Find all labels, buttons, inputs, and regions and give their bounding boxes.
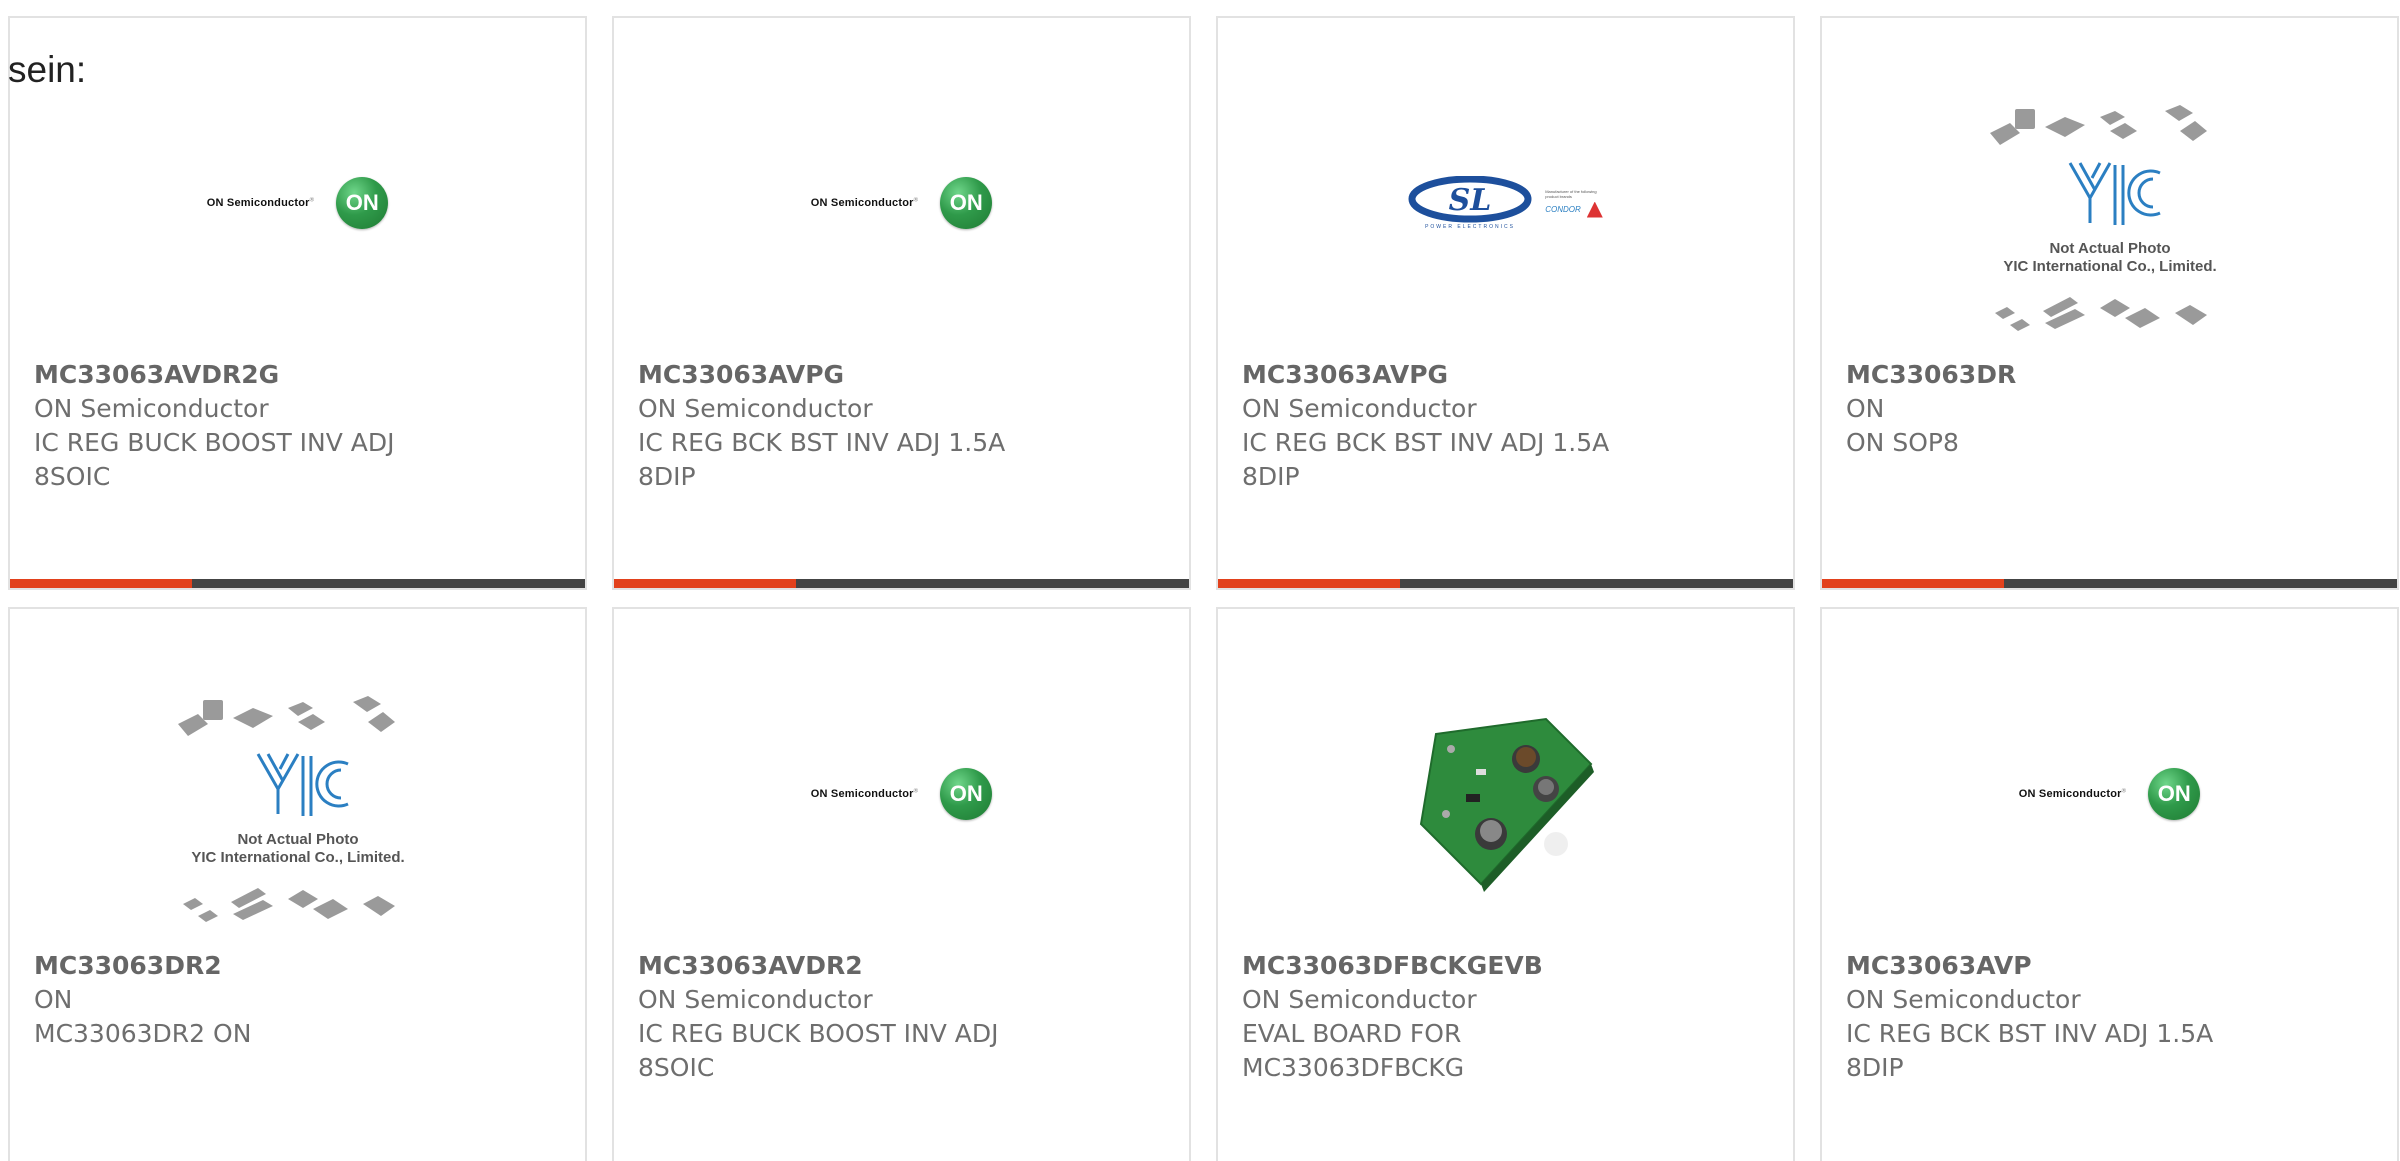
- product-image: [1218, 649, 1793, 939]
- manufacturer: ON: [1846, 394, 1885, 423]
- product-grid: ON Semiconductor® ON MC33063AVDR2G ON Se…: [8, 16, 2399, 1161]
- product-info: MC33063AVPG ON Semiconductor IC REG BCK …: [638, 358, 1169, 494]
- yic-placeholder-image: Not Actual Photo YIC International Co., …: [1989, 105, 2216, 331]
- product-image: Not Actual Photo YIC International Co., …: [1822, 78, 2397, 368]
- description-line-1: IC REG BCK BST INV ADJ 1.5A: [638, 428, 1006, 457]
- product-info: MC33063DR ON ON SOP8: [1846, 358, 2377, 460]
- product-image: ON Semiconductor® ON: [10, 58, 585, 348]
- description-line-2: 8DIP: [1846, 1053, 1904, 1082]
- on-logo-disc: ON: [940, 768, 993, 820]
- product-info: MC33063DFBCKGEVB ON Semiconductor EVAL B…: [1242, 949, 1773, 1085]
- logo-brand-text: ON Semiconductor®: [810, 197, 919, 209]
- part-number[interactable]: MC33063AVPG: [638, 358, 1169, 392]
- product-card[interactable]: Not Actual Photo YIC International Co., …: [8, 607, 587, 1161]
- description-line-1: MC33063DR2 ON: [34, 1019, 252, 1048]
- on-semiconductor-logo: ON Semiconductor® ON: [206, 177, 389, 229]
- part-number[interactable]: MC33063DR2: [34, 949, 565, 983]
- part-number[interactable]: MC33063DR: [1846, 358, 2377, 392]
- on-semiconductor-logo: ON Semiconductor® ON: [2018, 768, 2201, 820]
- card-bottom-bar: [1822, 579, 2397, 588]
- part-number[interactable]: MC33063AVPG: [1242, 358, 1773, 392]
- part-number[interactable]: MC33063AVP: [1846, 949, 2377, 983]
- part-number[interactable]: MC33063AVDR2: [638, 949, 1169, 983]
- svg-text:Not Actual Photo: Not Actual Photo: [2049, 240, 2170, 257]
- accent-bar: [1218, 579, 1400, 588]
- manufacturer: ON Semiconductor: [1242, 985, 1477, 1014]
- sl-side-text: Manufacturer of the following product br…: [1545, 188, 1597, 199]
- product-card[interactable]: MC33063DFBCKGEVB ON Semiconductor EVAL B…: [1216, 607, 1795, 1161]
- description-line-2: 8SOIC: [638, 1053, 715, 1082]
- card-bottom-bar: [1218, 579, 1793, 588]
- manufacturer: ON Semiconductor: [34, 394, 269, 423]
- manufacturer: ON Semiconductor: [1846, 985, 2081, 1014]
- accent-bar: [614, 579, 796, 588]
- part-number[interactable]: MC33063AVDR2G: [34, 358, 565, 392]
- description-line-2: 8SOIC: [34, 462, 111, 491]
- card-bottom-bar: [614, 579, 1189, 588]
- description-line-2: MC33063DFBCKG: [1242, 1053, 1465, 1082]
- product-info: MC33063AVPG ON Semiconductor IC REG BCK …: [1242, 358, 1773, 494]
- product-image: ON Semiconductor® ON: [614, 649, 1189, 939]
- on-semiconductor-logo: ON Semiconductor® ON: [810, 768, 993, 820]
- product-card[interactable]: ON Semiconductor® ON MC33063AVP ON Semic…: [1820, 607, 2399, 1161]
- accent-bar: [10, 579, 192, 588]
- on-logo-disc: ON: [2148, 768, 2201, 820]
- accent-bar: [1822, 579, 2004, 588]
- description-line-2: 8DIP: [638, 462, 696, 491]
- svg-text:POWER ELECTRONICS: POWER ELECTRONICS: [1425, 224, 1515, 230]
- leading-text: sein:: [8, 49, 87, 90]
- product-info: MC33063AVDR2 ON Semiconductor IC REG BUC…: [638, 949, 1169, 1085]
- eval-board-photo: [1419, 717, 1594, 892]
- description-line-1: ON SOP8: [1846, 428, 1959, 457]
- logo-brand-text: ON Semiconductor®: [206, 197, 315, 209]
- product-info: MC33063AVDR2G ON Semiconductor IC REG BU…: [34, 358, 565, 494]
- condor-text: CONDOR: [1545, 205, 1581, 214]
- svg-text:YIC International Co., Limited: YIC International Co., Limited.: [191, 849, 404, 866]
- sl-power-electronics-logo: SL POWER ELECTRONICS Manufacturer of the…: [1408, 176, 1603, 230]
- product-card[interactable]: ON Semiconductor® ON MC33063AVDR2G ON Se…: [8, 16, 587, 590]
- description-line-1: EVAL BOARD FOR: [1242, 1019, 1462, 1048]
- part-number[interactable]: MC33063DFBCKGEVB: [1242, 949, 1773, 983]
- sl-brand-row: CONDOR: [1545, 201, 1603, 218]
- description-line-1: IC REG BUCK BOOST INV ADJ: [34, 428, 395, 457]
- product-card[interactable]: SL POWER ELECTRONICS Manufacturer of the…: [1216, 16, 1795, 590]
- svg-text:Not Actual Photo: Not Actual Photo: [237, 831, 358, 848]
- brand-icon: [1586, 201, 1603, 218]
- yic-placeholder-image: Not Actual Photo YIC International Co., …: [177, 696, 404, 922]
- description-line-1: IC REG BUCK BOOST INV ADJ: [638, 1019, 999, 1048]
- svg-text:YIC International Co., Limited: YIC International Co., Limited.: [2003, 258, 2216, 275]
- product-info: MC33063DR2 ON MC33063DR2 ON: [34, 949, 565, 1051]
- manufacturer: ON: [34, 985, 73, 1014]
- product-card[interactable]: Not Actual Photo YIC International Co., …: [1820, 16, 2399, 590]
- card-bottom-bar: [10, 579, 585, 588]
- description-line-2: 8DIP: [1242, 462, 1300, 491]
- sl-brand-list: Manufacturer of the following product br…: [1545, 189, 1603, 218]
- product-results-page: sein: ON Semiconductor® ON MC33063AVDR2G…: [0, 0, 2400, 1161]
- on-logo-disc: ON: [940, 177, 993, 229]
- product-image: ON Semiconductor® ON: [614, 58, 1189, 348]
- product-image: Not Actual Photo YIC International Co., …: [10, 669, 585, 959]
- description-line-1: IC REG BCK BST INV ADJ 1.5A: [1242, 428, 1610, 457]
- product-image: ON Semiconductor® ON: [1822, 649, 2397, 939]
- sl-logo-mark: SL POWER ELECTRONICS: [1408, 176, 1532, 230]
- logo-brand-text: ON Semiconductor®: [2018, 788, 2127, 800]
- on-logo-disc: ON: [336, 177, 389, 229]
- product-card[interactable]: ON Semiconductor® ON MC33063AVDR2 ON Sem…: [612, 607, 1191, 1161]
- manufacturer: ON Semiconductor: [638, 394, 873, 423]
- on-semiconductor-logo: ON Semiconductor® ON: [810, 177, 993, 229]
- product-info: MC33063AVP ON Semiconductor IC REG BCK B…: [1846, 949, 2377, 1085]
- logo-brand-text: ON Semiconductor®: [810, 788, 919, 800]
- manufacturer: ON Semiconductor: [638, 985, 873, 1014]
- description-line-1: IC REG BCK BST INV ADJ 1.5A: [1846, 1019, 2214, 1048]
- product-image: SL POWER ELECTRONICS Manufacturer of the…: [1218, 58, 1793, 348]
- svg-text:SL: SL: [1449, 183, 1492, 218]
- product-card[interactable]: ON Semiconductor® ON MC33063AVPG ON Semi…: [612, 16, 1191, 590]
- manufacturer: ON Semiconductor: [1242, 394, 1477, 423]
